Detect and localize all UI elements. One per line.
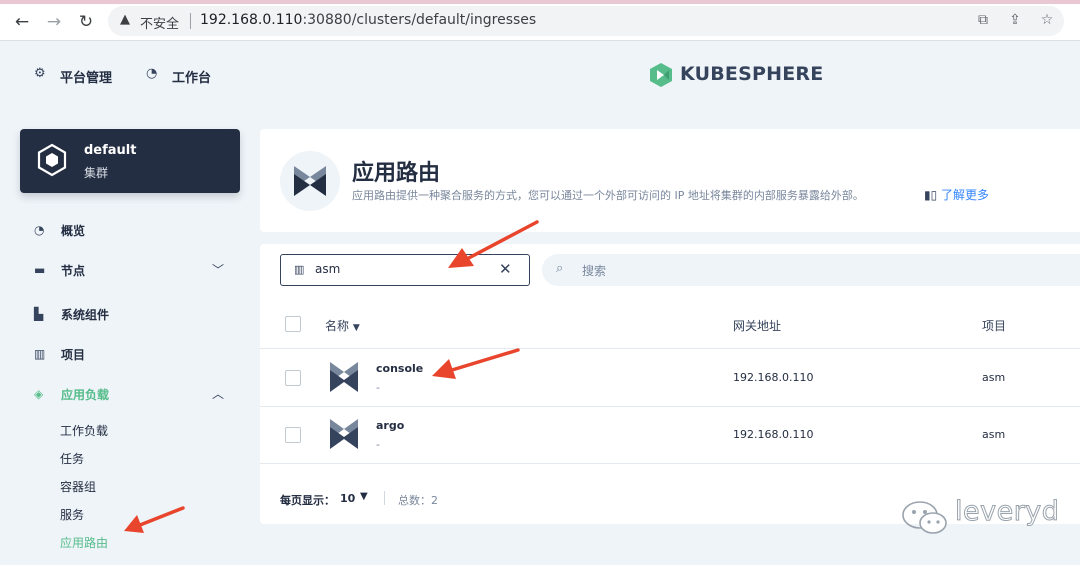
row-checkbox[interactable] [285,427,301,443]
table-row[interactable]: console - 192.168.0.110 asm [260,350,1080,407]
gear-icon: ⚙ [34,66,46,81]
page-title: 应用路由 [352,161,441,186]
dashboard-icon: ◔ [146,66,158,81]
learn-more-label: 了解更多 [941,188,990,202]
pager-divider [384,491,385,505]
page-description: 应用路由提供一种聚合服务的方式，您可以通过一个外部可访问的 IP 地址将集群的内… [352,189,864,202]
url-text[interactable]: 192.168.0.110:30880/clusters/default/ing… [200,12,536,28]
url-path: :30880/clusters/default/ingresses [302,12,537,28]
overview-icon: ◔ [34,223,45,237]
search-icon: ⌕ [556,261,564,276]
bookmark-star-icon[interactable]: ☆ [1038,12,1056,28]
watermark-text: leveryd [954,496,1060,528]
gateway-address: 192.168.0.110 [733,428,814,441]
sidebar-item-components[interactable]: ▙ 系统组件 [34,305,234,325]
platform-management-link[interactable]: 平台管理 [60,67,112,86]
select-all-checkbox[interactable] [285,316,301,332]
sidebar-subitem-workloads[interactable]: 工作负载 [60,422,108,439]
page-banner: 应用路由 应用路由提供一种聚合服务的方式，您可以通过一个外部可访问的 IP 地址… [260,129,1080,232]
cluster-type: 集群 [84,166,109,180]
caret-down-icon[interactable]: ▼ [360,491,368,502]
ingress-name-link[interactable]: argo [376,419,404,432]
url-host: 192.168.0.110 [200,12,303,28]
sidebar-item-overview[interactable]: ◔ 概览 [34,221,234,241]
project-icon: ▥ [34,347,46,361]
sidebar-item-label: 项目 [61,348,86,362]
per-page-label: 每页显示： [280,494,335,507]
total-count: 总数：2 [398,492,438,508]
column-gateway: 网关地址 [733,319,782,333]
column-name-label: 名称 [325,319,350,333]
table-row[interactable]: argo - 192.168.0.110 asm [260,407,1080,464]
total-label: 总数： [398,494,431,507]
workbench-link[interactable]: 工作台 [172,67,211,86]
layers-icon: ◈ [34,387,44,401]
sidebar-item-nodes[interactable]: ▬ 节点 ﹀ [34,261,234,281]
sidebar-item-label: 系统组件 [61,308,110,322]
gateway-address: 192.168.0.110 [733,371,814,384]
wechat-icon [902,501,947,534]
reload-icon[interactable]: ↻ [76,12,96,32]
close-icon[interactable]: ✕ [499,260,512,278]
back-icon[interactable]: ← [12,12,32,32]
ingress-icon [330,362,358,392]
row-checkbox[interactable] [285,370,301,386]
sidebar-subitem-jobs[interactable]: 任务 [60,450,84,467]
share-icon[interactable]: ⇪ [1006,12,1024,28]
per-page-select[interactable]: 10 [340,492,355,505]
logo-text: KUBESPHERE [680,63,824,85]
sidebar-item-projects[interactable]: ▥ 项目 [34,345,234,365]
search-placeholder: 搜索 [582,264,607,278]
warning-icon: ▲ [120,12,130,27]
chevron-down-icon: ﹀ [212,263,225,277]
book-icon: ▮▯ [924,188,942,202]
translate-icon[interactable]: ⧉ [974,12,992,28]
project-filter-value: asm [315,262,341,276]
ingress-banner-icon [280,151,340,211]
forward-icon[interactable]: → [44,12,64,32]
sidebar-item-label: 概览 [61,224,86,238]
column-name[interactable]: 名称 ▼ [325,317,360,334]
column-project: 项目 [982,319,1007,333]
security-label: 不安全 [140,17,180,32]
ingress-icon [330,419,358,449]
sidebar-subitem-ingresses[interactable]: 应用路由 [60,534,108,551]
url-separator [190,13,191,29]
browser-toolbar: ← → ↻ ▲ 不安全 192.168.0.110:30880/clusters… [0,4,1080,41]
cluster-name: default [84,143,137,158]
search-input[interactable]: ⌕ 搜索 [542,254,1080,286]
sidebar-item-label: 应用负载 [61,388,110,402]
sidebar-subitem-pods[interactable]: 容器组 [60,478,96,495]
project-filter-tag[interactable]: ▥ asm ✕ [280,254,530,286]
ingress-name-link[interactable]: console [376,362,423,375]
sidebar-subitem-services[interactable]: 服务 [60,506,84,523]
project-name: asm [982,428,1006,441]
cluster-selector[interactable]: default 集群 [20,129,240,193]
sidebar-item-workloads[interactable]: ◈ 应用负载 ︿ [34,385,234,405]
caret-down-icon: ▼ [352,323,360,333]
arrow-annotation-sidebar [124,506,185,533]
project-icon: ▥ [294,263,305,276]
chevron-up-icon: ︿ [212,387,225,401]
total-value: 2 [431,494,438,507]
address-bar[interactable]: ▲ 不安全 192.168.0.110:30880/clusters/defau… [108,6,1064,36]
ingress-description: - [376,438,380,451]
components-icon: ▙ [34,307,44,321]
kubesphere-logo[interactable]: KUBESPHERE [648,60,848,90]
server-icon: ▬ [34,263,46,277]
table-header: 名称 ▼ 网关地址 项目 [260,306,1080,349]
cluster-cube-icon [37,143,67,177]
sidebar-item-label: 节点 [61,264,86,278]
ingress-description: - [376,381,380,394]
ingress-list-panel: ▥ asm ✕ ⌕ 搜索 名称 ▼ 网关地址 项目 console - 192.… [260,244,1080,524]
kubesphere-logo-icon [650,63,672,87]
project-name: asm [982,371,1006,384]
learn-more-link[interactable]: ▮▯ 了解更多 [924,186,989,203]
